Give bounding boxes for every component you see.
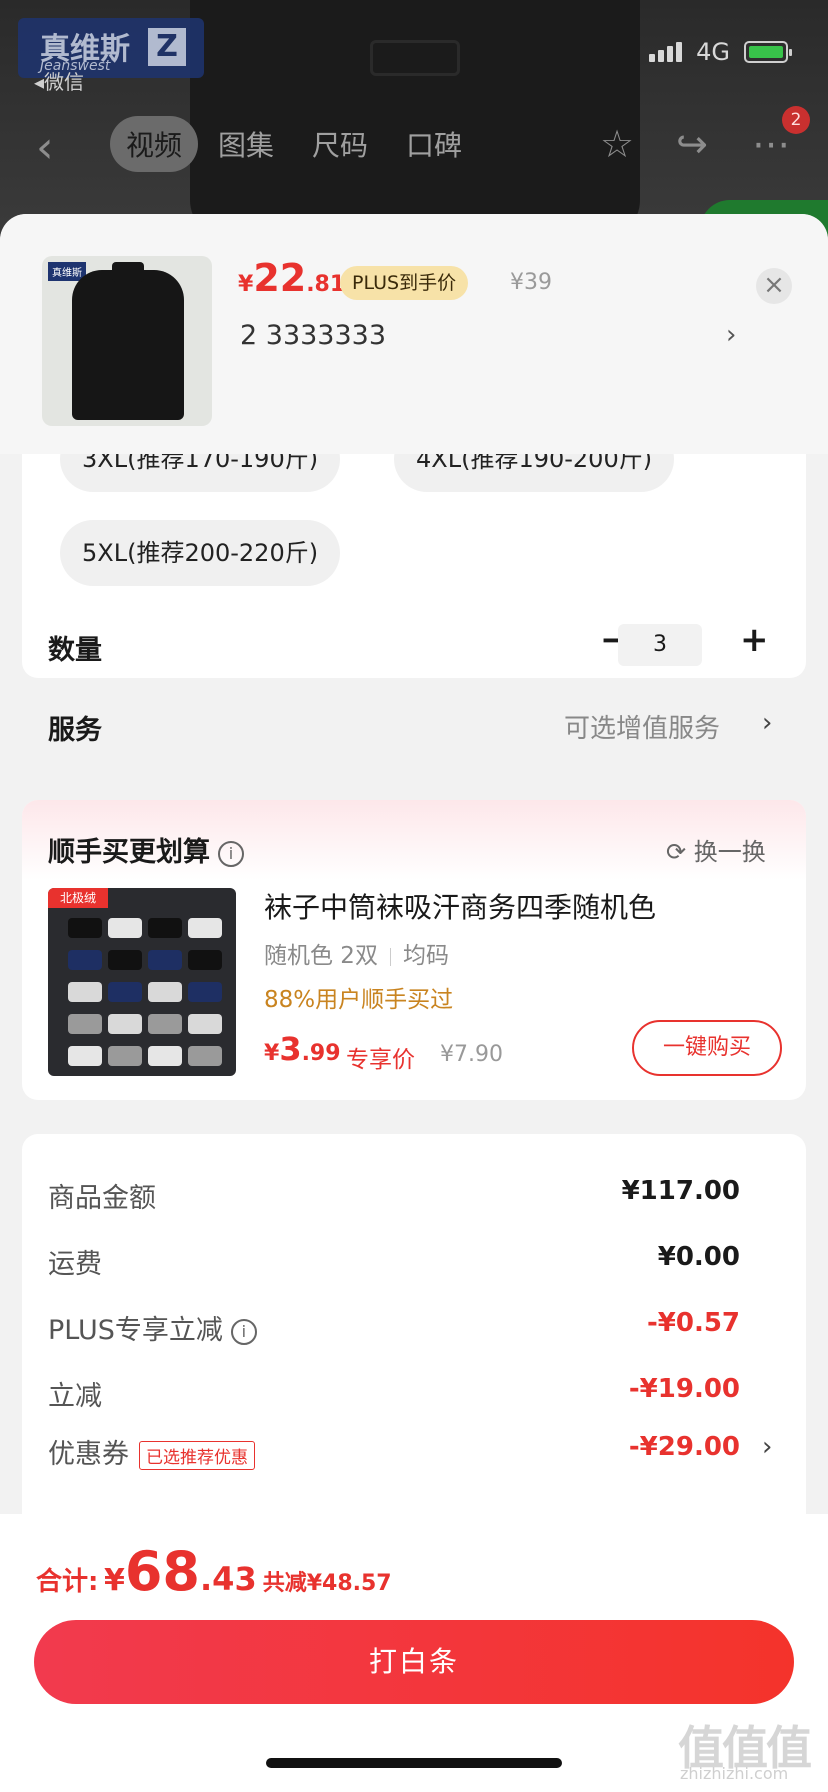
plus-info-icon[interactable]: i	[230, 1318, 257, 1345]
battery-icon	[744, 41, 792, 63]
network-type: 4G	[696, 38, 730, 66]
bundle-original-price: ¥7.90	[440, 1042, 503, 1067]
plus-price-badge: PLUS到手价	[340, 266, 469, 300]
coupon-selected-tag: 已选推荐优惠	[139, 1441, 255, 1470]
pay-with-baitiao-button[interactable]: 打白条	[34, 1620, 794, 1704]
tab-video[interactable]: 视频	[110, 116, 199, 172]
service-arrow-icon[interactable]: ›	[762, 708, 772, 738]
site-watermark-url: zhizhizhi.com	[680, 1764, 789, 1783]
close-sheet-button[interactable]: ×	[756, 268, 792, 304]
fee-value-plus-discount: -¥0.57	[646, 1308, 740, 1338]
fee-value-coupon[interactable]: -¥29.00	[629, 1432, 740, 1462]
sku-price: ¥22.81	[238, 256, 346, 300]
sku-bottom-sheet: 3XL(推荐170-190斤) 4XL(推荐190-200斤) 5XL(推荐20…	[0, 214, 828, 1792]
one-click-buy-button[interactable]: 一键购买	[632, 1020, 782, 1076]
product-hero-collar	[370, 40, 460, 76]
bundle-product-price: ¥3.99	[264, 1030, 341, 1068]
quantity-input[interactable]: 3	[618, 624, 702, 666]
fee-label-shipping: 运费	[48, 1249, 102, 1280]
quantity-increase-button[interactable]: +	[740, 620, 769, 660]
status-bar: 4G	[649, 38, 792, 66]
sku-original-price: ¥39	[510, 270, 552, 295]
selected-sku-arrow-icon[interactable]: ›	[726, 320, 736, 350]
tab-reviews[interactable]: 口碑	[406, 124, 462, 164]
socks-brand-tag: 北极绒	[48, 888, 108, 908]
refresh-icon: ⟳	[666, 838, 694, 866]
back-arrow-icon[interactable]: ‹	[36, 122, 54, 173]
fee-value-subtotal: ¥117.00	[621, 1176, 740, 1206]
home-indicator[interactable]	[266, 1758, 562, 1768]
sku-header: 真维斯 ¥22.81 PLUS到手价 ¥39 × 2 3333333 ›	[0, 214, 828, 454]
size-chip-5xl[interactable]: 5XL(推荐200-220斤)	[60, 520, 341, 586]
brand-mark: Z	[148, 28, 186, 66]
service-label: 服务	[48, 715, 102, 746]
share-icon[interactable]: ↪	[676, 122, 708, 166]
service-option-link[interactable]: 可选增值服务	[564, 708, 720, 745]
top-nav: ‹ 视频 图集 尺码 口碑 ☆ ↪ ⋯ 2	[0, 106, 828, 182]
bundle-product-spec: 随机色 2双 均码	[264, 943, 449, 969]
fee-label-coupon[interactable]: 优惠券 已选推荐优惠	[48, 1432, 255, 1471]
notification-badge: 2	[782, 106, 810, 134]
order-total: 合计: ¥68.43 共减¥48.57	[36, 1540, 392, 1603]
fee-label-plus-discount: PLUS专享立减 i	[48, 1308, 257, 1347]
fee-label-subtotal: 商品金额	[48, 1183, 156, 1214]
info-icon[interactable]: i	[218, 840, 244, 867]
product-thumbnail[interactable]: 真维斯	[42, 256, 212, 426]
fee-label-instant-discount: 立减	[48, 1381, 102, 1412]
refresh-label: 换一换	[693, 838, 766, 866]
tab-gallery[interactable]: 图集	[218, 124, 274, 164]
coupon-arrow-icon[interactable]: ›	[762, 1432, 772, 1462]
fee-value-instant-discount: -¥19.00	[628, 1374, 740, 1404]
star-icon[interactable]: ☆	[600, 122, 634, 166]
bundle-social-proof: 88%用户顺手买过	[264, 987, 454, 1013]
fee-value-shipping: ¥0.00	[657, 1242, 740, 1272]
selected-sku-text[interactable]: 2 3333333	[240, 320, 386, 351]
bundle-exclusive-label: 专享价	[346, 1047, 415, 1073]
total-savings: 共减¥48.57	[262, 1571, 392, 1596]
back-to-app-link[interactable]: ◂微信	[34, 66, 84, 95]
back-to-app-label: 微信	[44, 70, 85, 94]
signal-icon	[649, 42, 683, 62]
quantity-label: 数量	[48, 635, 102, 666]
bundle-product-title[interactable]: 袜子中筒袜吸汗商务四季随机色	[264, 886, 656, 926]
refresh-button[interactable]: ⟳ 换一换	[666, 832, 766, 867]
socks-product-image[interactable]: 北极绒	[48, 888, 236, 1076]
bundle-title: 顺手买更划算 i	[48, 830, 244, 869]
tab-size[interactable]: 尺码	[312, 124, 368, 164]
